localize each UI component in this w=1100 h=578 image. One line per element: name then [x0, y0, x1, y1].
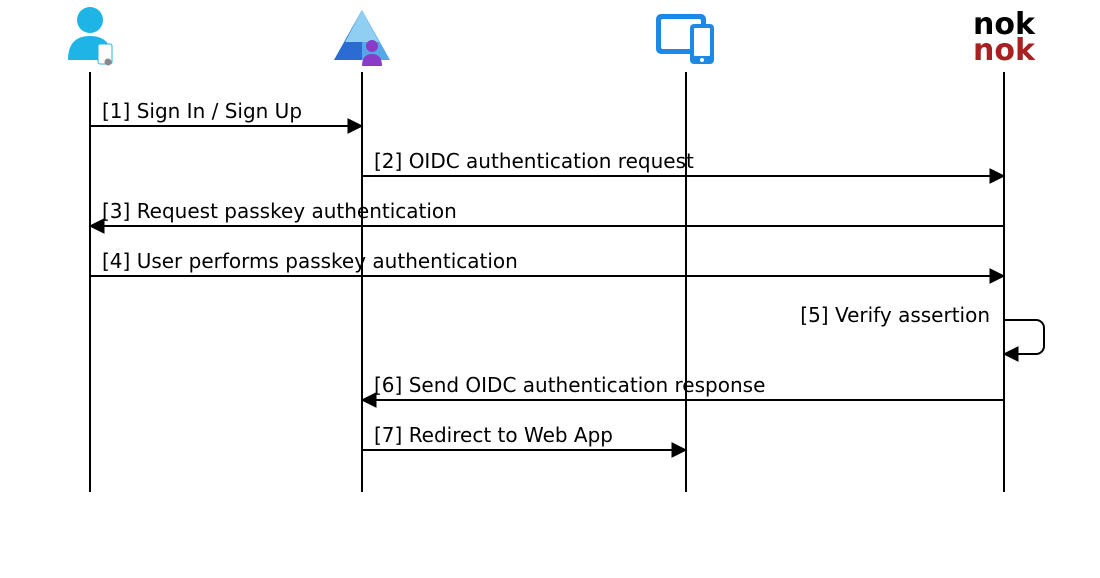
identity-provider-icon: [334, 10, 390, 66]
message-4: [4] User performs passkey authentication: [90, 249, 1004, 276]
message-label-2: [2] OIDC authentication request: [374, 149, 694, 173]
user-icon: [68, 7, 112, 66]
message-7: [7] Redirect to Web App: [362, 423, 686, 450]
message-label-4: [4] User performs passkey authentication: [102, 249, 518, 273]
message-label-3: [3] Request passkey authentication: [102, 199, 457, 223]
message-label-6: [6] Send OIDC authentication response: [374, 373, 765, 397]
noknok-logo-bottom: nok: [973, 33, 1036, 68]
message-1: [1] Sign In / Sign Up: [90, 99, 362, 126]
message-2: [2] OIDC authentication request: [362, 149, 1004, 176]
message-label-1: [1] Sign In / Sign Up: [102, 99, 302, 123]
message-6: [6] Send OIDC authentication response: [362, 373, 1004, 400]
message-5: [5] Verify assertion: [800, 303, 1044, 354]
sequence-diagram: nok nok [1] Sign In / Sign Up [2] OIDC au…: [0, 0, 1100, 578]
message-3: [3] Request passkey authentication: [90, 199, 1004, 226]
device-icon: [656, 14, 714, 64]
message-label-5: [5] Verify assertion: [800, 303, 990, 327]
message-label-7: [7] Redirect to Web App: [374, 423, 613, 447]
noknok-logo-icon: nok nok: [973, 7, 1036, 68]
